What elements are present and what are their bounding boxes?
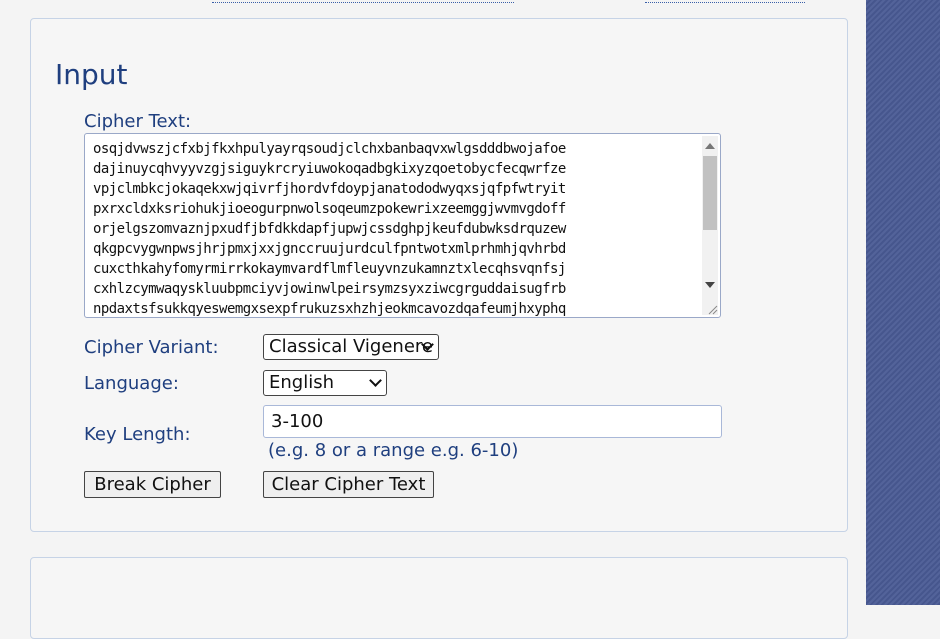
output-panel — [30, 557, 848, 639]
page-side-strip — [866, 0, 940, 605]
triangle-up-icon[interactable] — [705, 143, 715, 149]
cipher-text-content[interactable]: osqjdvwszjcfxbjfkxhpulyayrqsoudjclchxban… — [93, 139, 699, 317]
triangle-down-icon[interactable] — [705, 282, 715, 288]
cipher-text-area[interactable]: osqjdvwszjcfxbjfkxhpulyayrqsoudjclchxban… — [84, 133, 721, 318]
resize-grip-icon[interactable] — [706, 303, 718, 315]
cipher-variant-select[interactable]: Classical Vigenere — [263, 334, 439, 360]
chevron-down-icon — [369, 374, 382, 387]
input-panel-title: Input — [55, 58, 128, 91]
top-link-underline[interactable] — [212, 0, 514, 3]
cipher-variant-value: Classical Vigenere — [269, 336, 433, 357]
key-length-hint: (e.g. 8 or a range e.g. 6-10) — [268, 440, 519, 461]
cipher-text-scrollbar[interactable] — [702, 136, 718, 315]
cipher-variant-label: Cipher Variant: — [84, 337, 219, 358]
top-link-underline-2[interactable] — [645, 0, 805, 3]
language-select[interactable]: English — [263, 370, 387, 396]
language-value: English — [269, 372, 334, 393]
clear-cipher-text-button[interactable]: Clear Cipher Text — [263, 471, 434, 498]
language-label: Language: — [84, 373, 179, 394]
scrollbar-thumb[interactable] — [703, 156, 717, 230]
cipher-text-label: Cipher Text: — [84, 111, 192, 132]
key-length-label: Key Length: — [84, 424, 191, 445]
break-cipher-button[interactable]: Break Cipher — [84, 471, 221, 498]
key-length-input[interactable]: 3-100 — [263, 405, 722, 438]
